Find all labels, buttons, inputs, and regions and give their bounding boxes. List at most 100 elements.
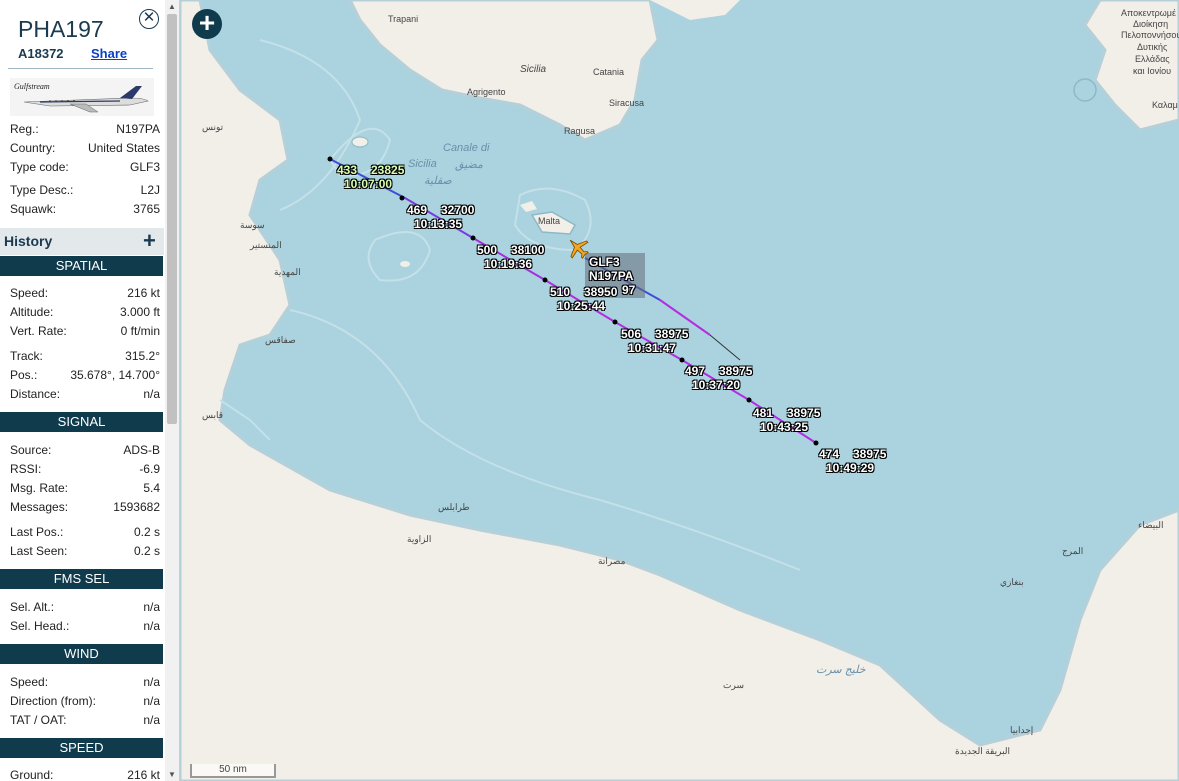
map-view[interactable]: + 50 nm GLF3 N197PA 97 433 23825 10:07:00 4…	[180, 0, 1179, 781]
track-label-time: 10:49:29	[826, 461, 875, 475]
details-value: GLF3	[129, 160, 160, 174]
details-row: Country: United States	[10, 141, 160, 156]
track-label-alt: 38975	[719, 364, 753, 378]
place-malta: Malta	[538, 216, 561, 226]
place-catania: Catania	[593, 67, 625, 77]
spatial-key: Altitude:	[10, 305, 54, 319]
fms-value: n/a	[143, 600, 160, 614]
details-key: Country:	[10, 141, 56, 155]
scrollbar-thumb[interactable]	[167, 14, 177, 424]
wind-row: Speed: n/a	[10, 675, 160, 690]
place-kalam: Καλαμ	[1152, 100, 1178, 110]
track-label-speed-alt: 510	[550, 285, 571, 299]
track-label-alt: 38975	[787, 406, 821, 420]
speed-value: 216 kt	[127, 768, 160, 781]
track-label-speed-alt: 506	[621, 327, 642, 341]
share-link[interactable]: Share	[91, 46, 127, 61]
fms-value: n/a	[143, 619, 160, 633]
place-benghazi: بنغازي	[1000, 577, 1024, 587]
details-key: Type code:	[10, 160, 69, 174]
place-gabes: قابس	[202, 410, 224, 420]
wind-row: TAT / OAT: n/a	[10, 713, 160, 728]
place-gulf-sirte: خليج سرت	[816, 664, 866, 676]
place-ragusa: Ragusa	[564, 126, 596, 136]
track-label-speed-alt: 497	[685, 364, 706, 378]
track-label-alt: 38100	[511, 243, 545, 257]
place-agrigento: Agrigento	[467, 87, 506, 97]
fms-key: Sel. Alt.:	[10, 600, 55, 614]
history-header[interactable]: History +	[0, 228, 164, 255]
place-marj: المرج	[1062, 546, 1084, 556]
fms-key: Sel. Head.:	[10, 619, 70, 633]
map-scale: 50 nm	[190, 764, 276, 778]
details-row: Type code: GLF3	[10, 160, 160, 175]
place-brega: البريقة الجديدة	[955, 746, 1011, 756]
spatial-key: Vert. Rate:	[10, 324, 67, 338]
place-greek-5: Ελλάδας	[1135, 54, 1170, 64]
fms-row: Sel. Head.: n/a	[10, 619, 160, 634]
place-zawiya: الزاوية	[407, 534, 432, 544]
speed-key: Ground:	[10, 768, 54, 781]
track-label-alt: 38975	[853, 447, 887, 461]
details-value: N197PA	[116, 122, 160, 136]
track-label-time: 10:13:35	[414, 217, 463, 231]
scroll-up-icon[interactable]: ▲	[168, 2, 176, 11]
signal-key: Last Pos.:	[10, 525, 64, 539]
track-label-speed-alt: 500	[477, 243, 498, 257]
close-icon[interactable]: ✕	[139, 9, 159, 29]
signal-row: Msg. Rate: 5.4	[10, 481, 160, 496]
spatial-row: Pos.: 35.678°, 14.700°	[10, 368, 160, 383]
wind-key: Direction (from):	[10, 694, 97, 708]
place-misrata: مصراتة	[598, 556, 626, 566]
scroll-down-icon[interactable]: ▼	[168, 770, 176, 779]
spatial-key: Pos.:	[10, 368, 38, 382]
place-ajdabiya: إجدابيا	[1010, 725, 1034, 735]
details-key: Squawk:	[10, 202, 57, 216]
place-sirte: سرت	[723, 680, 744, 690]
history-label: History	[4, 233, 53, 249]
signal-row: Last Pos.: 0.2 s	[10, 525, 160, 540]
speed-row: Ground: 216 kt	[10, 768, 160, 781]
wind-row: Direction (from): n/a	[10, 694, 160, 709]
place-greek-6: και Ιονίου	[1133, 66, 1172, 76]
divider	[8, 68, 153, 69]
expand-plus-icon[interactable]: +	[143, 228, 156, 254]
signal-value: 0.2 s	[133, 525, 160, 539]
signal-value: 5.4	[143, 481, 160, 495]
details-key: Reg.:	[10, 122, 39, 136]
sidebar-scrollbar[interactable]: ▲ ▼	[165, 0, 179, 781]
track-label-speed-alt: 433	[337, 163, 358, 177]
signal-row: Source: ADS-B	[10, 443, 160, 458]
wind-value: n/a	[143, 675, 160, 689]
place-sfax: صفاقس	[265, 335, 296, 345]
place-greek-1: Αποκεντρωμέ	[1121, 8, 1177, 18]
place-tunis: تونس	[202, 122, 224, 132]
section-speed: SPEED	[0, 738, 163, 758]
fms-row: Sel. Alt.: n/a	[10, 600, 160, 615]
place-canale-2: Sicilia	[408, 158, 437, 170]
details-row: Squawk: 3765	[10, 202, 160, 217]
track-label-time: 10:37:20	[692, 378, 741, 392]
place-greek-2: Διοίκηση	[1133, 19, 1169, 29]
track-label-time: 10:19:36	[484, 257, 533, 271]
spatial-row: Distance: n/a	[10, 387, 160, 402]
aircraft-label-reg: N197PA	[589, 269, 634, 283]
map-canvas	[180, 0, 1179, 781]
icao-hex: A18372	[18, 46, 64, 61]
section-signal: SIGNAL	[0, 412, 163, 432]
signal-value: 0.2 s	[133, 544, 160, 558]
zoom-in-button[interactable]: +	[192, 9, 222, 39]
signal-value: -6.9	[139, 462, 160, 476]
track-label-alt: 38950	[584, 285, 618, 299]
signal-key: Msg. Rate:	[10, 481, 69, 495]
photo-brand-text: Gulfstream	[14, 82, 50, 91]
track-label-time: 10:31:47	[628, 341, 677, 355]
details-value: United States	[87, 141, 160, 155]
callsign: PHA197	[18, 16, 104, 42]
spatial-key: Distance:	[10, 387, 61, 401]
wind-value: n/a	[143, 694, 160, 708]
place-tripoli: طرابلس	[438, 502, 470, 512]
details-value: L2J	[140, 183, 160, 197]
signal-value: ADS-B	[123, 443, 160, 457]
track-label-time: 10:25:44	[557, 299, 606, 313]
